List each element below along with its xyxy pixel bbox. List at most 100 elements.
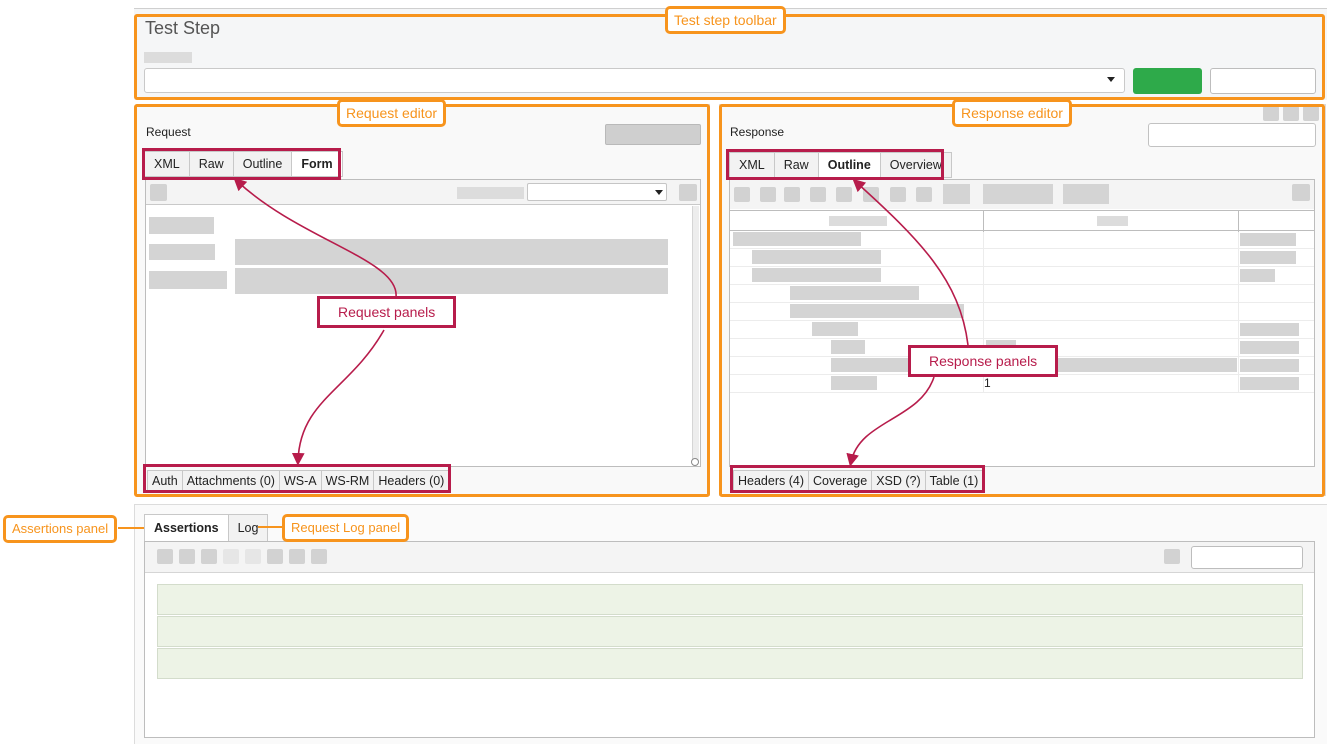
form-field-placeholder[interactable] [235,268,668,294]
outline-row-divider [730,284,1314,285]
tab-request-form[interactable]: Form [291,151,343,177]
outline-row-node[interactable] [831,376,877,390]
assertion-row[interactable] [157,616,1303,647]
outline-row-type [1240,269,1275,282]
tab-response-table[interactable]: Table (1) [924,470,984,492]
outline-column-header[interactable] [1097,216,1128,226]
request-bottom-tabs: Auth Attachments (0) WS-A WS-RM Headers … [147,470,450,492]
annotation-assertions-panel: Assertions panel [3,515,118,543]
outline-row-type [1240,377,1299,390]
form-field-placeholder[interactable] [235,239,668,265]
tab-log[interactable]: Log [227,514,269,542]
endpoint-select[interactable] [144,68,1125,93]
window-control-icon[interactable] [1263,106,1279,121]
tab-response-xsd[interactable]: XSD (?) [871,470,925,492]
outline-row-value-text: 1 [984,376,991,390]
outline-toolbar-icon[interactable] [810,187,826,202]
outline-row-node[interactable] [831,340,865,354]
assertions-tabs: Assertions Log [144,514,269,542]
assertion-toolbar-icon[interactable] [267,549,283,564]
outline-toolbar-icon[interactable] [734,187,750,202]
outline-toolbar-icon[interactable] [760,187,776,202]
outline-row-node[interactable] [752,268,881,282]
tab-response-xml[interactable]: XML [729,152,774,178]
tab-request-xml[interactable]: XML [144,151,189,177]
outline-toolbar-button[interactable] [983,184,1053,204]
annotation-request-log-panel: Request Log panel [282,514,410,542]
tab-request-attachments[interactable]: Attachments (0) [181,470,279,492]
window-control-icon[interactable] [1283,106,1299,121]
outline-column-divider[interactable] [1238,210,1239,232]
tab-response-overview[interactable]: Overview [879,152,952,178]
outline-row-divider [730,266,1314,267]
tab-response-headers[interactable]: Headers (4) [733,470,808,492]
run-button[interactable] [1133,68,1202,94]
tab-request-ws-rm[interactable]: WS-RM [320,470,374,492]
outline-row-node[interactable] [752,250,881,264]
response-heading: Response [730,125,785,139]
annotation-response-editor: Response editor [952,99,1072,127]
toolbar-title: Test Step [145,18,221,38]
tab-response-raw[interactable]: Raw [773,152,818,178]
chevron-down-icon[interactable] [1107,77,1115,82]
outline-toolbar-icon[interactable] [784,187,800,202]
chevron-down-icon[interactable] [655,190,663,195]
tab-response-coverage[interactable]: Coverage [808,470,872,492]
outline-row-node[interactable] [790,286,919,300]
assertion-toolbar-icon[interactable] [179,549,195,564]
response-bottom-tabs: Headers (4) Coverage XSD (?) Table (1) [733,470,984,492]
assertions-search-input[interactable] [1191,546,1303,569]
outline-toolbar-icon-right[interactable] [1292,184,1310,201]
assertion-toolbar-icon-right[interactable] [1164,549,1180,564]
outline-column-divider [1238,232,1239,392]
toolbar-secondary-button[interactable] [1210,68,1316,94]
outline-column-divider[interactable] [983,210,984,232]
outline-toolbar-icon[interactable] [836,187,852,202]
outline-toolbar-button[interactable] [1063,184,1109,204]
outline-row-type [1240,251,1296,264]
request-toolbar-icon[interactable] [150,184,167,201]
outline-column-header[interactable] [829,216,887,226]
outline-row-type [1240,359,1299,372]
request-action-button[interactable] [605,124,701,145]
tab-request-outline[interactable]: Outline [232,151,292,177]
outline-row-node[interactable] [733,232,861,246]
assertion-toolbar-icon[interactable] [223,549,239,564]
request-form-select[interactable] [527,183,667,201]
tab-request-raw[interactable]: Raw [188,151,233,177]
tab-request-headers[interactable]: Headers (0) [373,470,450,492]
tab-response-outline[interactable]: Outline [817,152,880,178]
request-toolbar-icon-right[interactable] [679,184,697,201]
outline-row-divider [730,302,1314,303]
outline-row-type [1240,341,1299,354]
form-label-placeholder [149,217,214,234]
outline-table-header [730,210,1314,231]
assertion-toolbar-icon[interactable] [289,549,305,564]
tab-request-auth[interactable]: Auth [147,470,182,492]
outline-row-node[interactable] [790,304,964,318]
tab-request-ws-a[interactable]: WS-A [278,470,321,492]
response-tabs: XML Raw Outline Overview [729,152,952,178]
assertion-row[interactable] [157,648,1303,679]
request-scrollbar[interactable] [692,206,699,461]
tab-assertions[interactable]: Assertions [144,514,228,542]
outline-toolbar-icon[interactable] [863,187,879,202]
request-heading: Request [146,125,191,139]
request-tabs: XML Raw Outline Form [144,151,343,177]
form-label-placeholder [149,244,215,260]
assertion-row[interactable] [157,584,1303,615]
resize-grip-icon[interactable] [691,458,699,466]
add-assertion-icon[interactable] [157,549,173,564]
outline-row-divider [730,392,1314,393]
assertion-toolbar-icon[interactable] [245,549,261,564]
outline-toolbar-button[interactable] [943,184,970,204]
window-control-icon[interactable] [1303,106,1319,121]
assertion-toolbar-icon[interactable] [201,549,217,564]
assertion-toolbar-icon[interactable] [311,549,327,564]
outline-row-divider [730,338,1314,339]
outline-row-node[interactable] [812,322,858,336]
outline-toolbar-icon[interactable] [890,187,906,202]
response-search-input[interactable] [1148,123,1316,147]
outline-toolbar-icon[interactable] [916,187,932,202]
outline-row-type [1240,323,1299,336]
